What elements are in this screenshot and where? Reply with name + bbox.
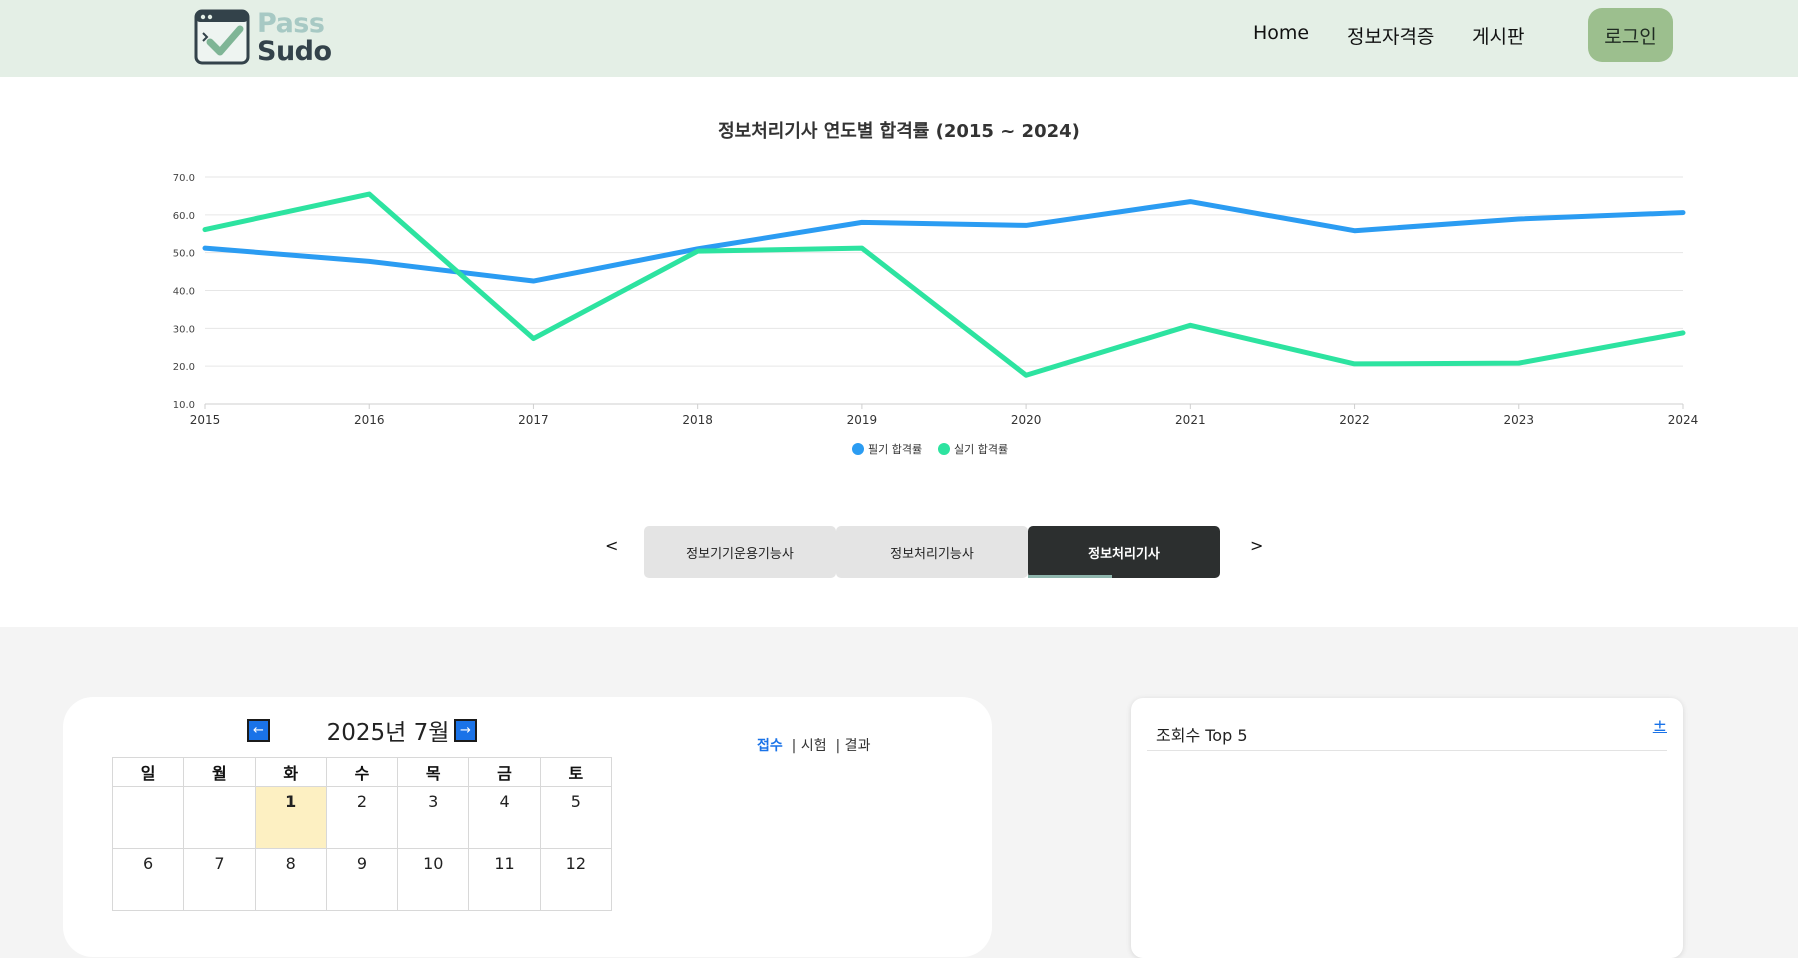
logo-text-sudo: Sudo [257, 37, 332, 67]
weekday-fri: 금 [469, 758, 540, 787]
header: Pass Sudo Home 정보자격증 게시판 로그인 [0, 0, 1798, 77]
calendar-day-cell[interactable]: 6 [113, 849, 184, 911]
top5-more-button[interactable]: ± [1653, 716, 1667, 736]
nav-home[interactable]: Home [1253, 22, 1309, 44]
calendar-day-cell[interactable] [184, 787, 255, 849]
y-tick-label: 50.0 [173, 249, 195, 260]
nav-certificates[interactable]: 정보자격증 [1347, 22, 1434, 49]
calendar-day-cell[interactable]: 11 [469, 849, 540, 911]
calendar-day-today[interactable]: 1 [255, 787, 326, 849]
top5-title: 조회수 Top 5 [1156, 722, 1248, 746]
filter-registration[interactable]: 접수 [757, 738, 783, 754]
calendar-week-row: 1 2 3 4 5 [113, 787, 612, 849]
x-tick-label: 2016 [354, 413, 385, 427]
login-button[interactable]: 로그인 [1588, 8, 1673, 62]
x-tick-label: 2020 [1011, 413, 1042, 427]
weekday-row: 일 월 화 수 목 금 토 [113, 758, 612, 787]
pass-rate-line-chart: 70.0 60.0 50.0 40.0 30.0 20.0 10.0 2015 2016 2017… [0, 77, 1798, 477]
top5-views-card: 조회수 Top 5 ± [1131, 698, 1683, 958]
weekday-sun: 일 [113, 758, 184, 787]
x-tick-label: 2022 [1339, 413, 1370, 427]
y-tick-label: 60.0 [173, 211, 195, 222]
calendar-month-label: 2025년 7월 [303, 713, 473, 747]
calendar-week-row: 6 7 8 9 10 11 12 [113, 849, 612, 911]
calendar-day-cell[interactable]: 3 [398, 787, 469, 849]
nav-board[interactable]: 게시판 [1472, 22, 1524, 49]
tab-info-processing-engineer[interactable]: 정보처리기사 [1028, 526, 1220, 578]
calendar-day-cell[interactable]: 5 [540, 787, 611, 849]
legend-label-0: 필기 합격률 [868, 443, 922, 456]
calendar-day-cell[interactable]: 12 [540, 849, 611, 911]
weekday-tue: 화 [255, 758, 326, 787]
x-tick-label: 2015 [190, 413, 221, 427]
calendar-day-cell[interactable]: 4 [469, 787, 540, 849]
calendar-grid: 일 월 화 수 목 금 토 1 2 3 4 5 6 7 8 [112, 757, 612, 911]
logo[interactable]: Pass Sudo [194, 9, 334, 67]
tab-active-label: 정보처리기사 [1088, 543, 1160, 562]
legend-label-1: 실기 합격률 [954, 443, 1008, 456]
weekday-sat: 토 [540, 758, 611, 787]
tab-info-device-technician[interactable]: 정보기기운용기능사 [644, 526, 836, 578]
x-tick-label: 2021 [1175, 413, 1206, 427]
tab-info-processing-technician[interactable]: 정보처리기능사 [836, 526, 1028, 578]
exam-calendar-card: ← 2025년 7월 → 접수 | 시험 | 결과 일 월 화 수 목 금 토 … [63, 697, 992, 957]
filter-exam[interactable]: | 시험 [792, 738, 827, 754]
x-tick-label: 2018 [682, 413, 713, 427]
y-tick-label: 30.0 [173, 324, 195, 335]
y-tick-label: 70.0 [173, 173, 195, 184]
arrow-right-icon: → [460, 723, 471, 738]
calendar-day-cell[interactable]: 10 [398, 849, 469, 911]
arrow-left-icon: ← [253, 723, 264, 738]
calendar-day-cell[interactable]: 9 [326, 849, 397, 911]
y-tick-label: 40.0 [173, 287, 195, 298]
calendar-day-cell[interactable]: 2 [326, 787, 397, 849]
weekday-wed: 수 [326, 758, 397, 787]
weekday-thu: 목 [398, 758, 469, 787]
calendar-day-cell[interactable]: 7 [184, 849, 255, 911]
logo-browser-check-icon [194, 9, 250, 65]
calendar-day-cell[interactable] [113, 787, 184, 849]
calendar-next-button[interactable]: → [454, 719, 477, 742]
x-tick-label: 2024 [1668, 413, 1699, 427]
chart-section: 정보처리기사 연도별 합격률 (2015 ~ 2024) 70.060.050.… [0, 77, 1798, 627]
tab-prev-button[interactable]: < [605, 536, 618, 555]
calendar-prev-button[interactable]: ← [247, 719, 270, 742]
legend-marker-1 [938, 443, 950, 455]
tab-active-underline [1028, 575, 1112, 578]
x-tick-label: 2019 [847, 413, 878, 427]
y-tick-label: 20.0 [173, 362, 195, 373]
top5-divider [1147, 750, 1667, 751]
filter-result[interactable]: | 결과 [836, 738, 871, 754]
calendar-filter-links: 접수 | 시험 | 결과 [757, 735, 870, 755]
x-tick-label: 2023 [1504, 413, 1535, 427]
calendar-day-cell[interactable]: 8 [255, 849, 326, 911]
legend-marker-0 [852, 443, 864, 455]
tab-next-button[interactable]: > [1250, 536, 1263, 555]
weekday-mon: 월 [184, 758, 255, 787]
x-tick-label: 2017 [518, 413, 549, 427]
logo-text-pass: Pass [257, 9, 324, 39]
y-tick-label: 10.0 [173, 400, 195, 411]
